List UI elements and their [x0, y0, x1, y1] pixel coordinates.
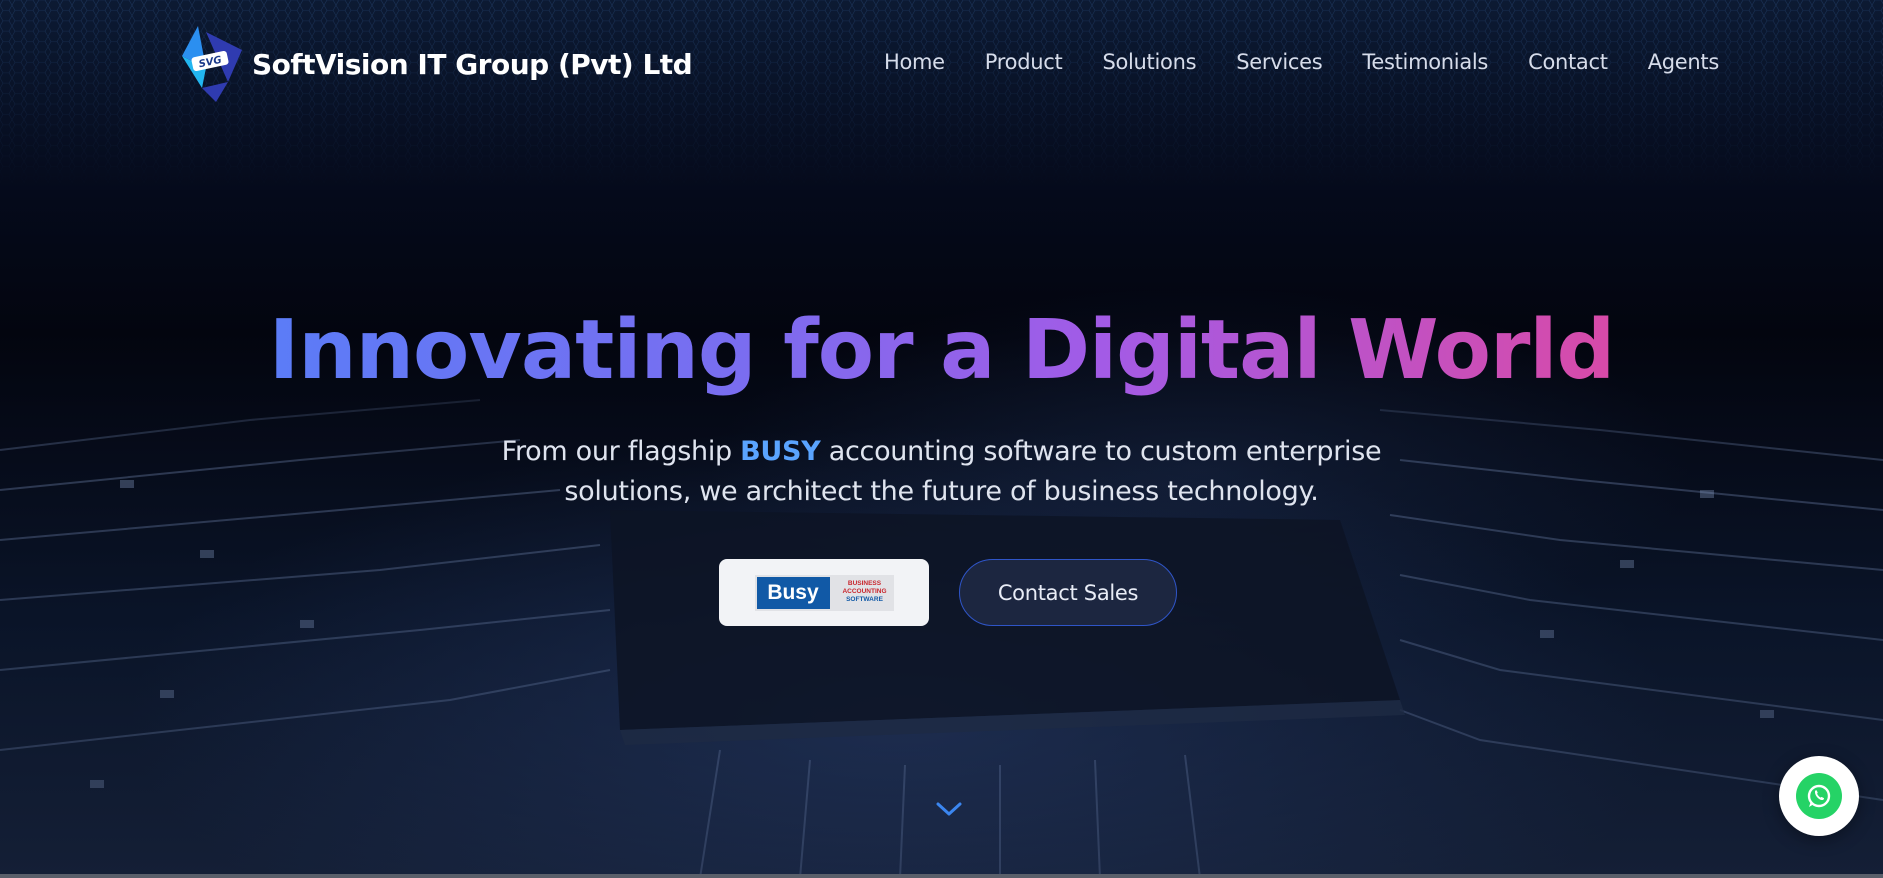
- busy-logo-line1: BUSINESS: [847, 579, 882, 587]
- nav-testimonials[interactable]: Testimonials: [1362, 50, 1488, 74]
- busy-product-button[interactable]: Busy BUSINESS ACCOUNTING SOFTWARE: [719, 559, 929, 626]
- chevron-down-icon[interactable]: [935, 800, 963, 818]
- busy-logo-tagline: BUSINESS ACCOUNTING SOFTWARE: [832, 575, 894, 611]
- contact-sales-button[interactable]: Contact Sales: [959, 559, 1177, 626]
- nav-product[interactable]: Product: [985, 50, 1063, 74]
- hero-title: Innovating for a Digital World: [0, 296, 1883, 406]
- nav-solutions[interactable]: Solutions: [1102, 50, 1196, 74]
- hero-subtitle: From our flagship BUSY accounting softwa…: [440, 432, 1443, 512]
- busy-logo-line3: SOFTWARE: [846, 595, 883, 603]
- whatsapp-icon: [1796, 773, 1842, 819]
- svg-logo-icon: SVG: [178, 24, 246, 104]
- nav-services[interactable]: Services: [1236, 50, 1322, 74]
- circuit-board-background: [0, 399, 1883, 878]
- hero-page: SVG SoftVision IT Group (Pvt) Ltd Home P…: [0, 0, 1883, 878]
- busy-logo: Busy BUSINESS ACCOUNTING SOFTWARE: [754, 574, 894, 611]
- nav-agents[interactable]: Agents: [1648, 50, 1720, 74]
- nav-home[interactable]: Home: [884, 50, 945, 74]
- brand-name: SoftVision IT Group (Pvt) Ltd: [252, 47, 693, 81]
- page-bottom-divider: [0, 874, 1883, 878]
- hero-title-text: Innovating for a Digital World: [268, 303, 1615, 398]
- main-nav: Home Product Solutions Services Testimon…: [884, 50, 1719, 74]
- busy-highlight: BUSY: [740, 436, 821, 467]
- brand-logo[interactable]: SVG SoftVision IT Group (Pvt) Ltd: [178, 24, 693, 104]
- hero-subtitle-start: From our flagship: [501, 436, 741, 467]
- busy-logo-word: Busy: [754, 574, 832, 611]
- whatsapp-button[interactable]: [1779, 756, 1859, 836]
- nav-contact[interactable]: Contact: [1528, 50, 1608, 74]
- busy-logo-line2: ACCOUNTING: [842, 587, 887, 595]
